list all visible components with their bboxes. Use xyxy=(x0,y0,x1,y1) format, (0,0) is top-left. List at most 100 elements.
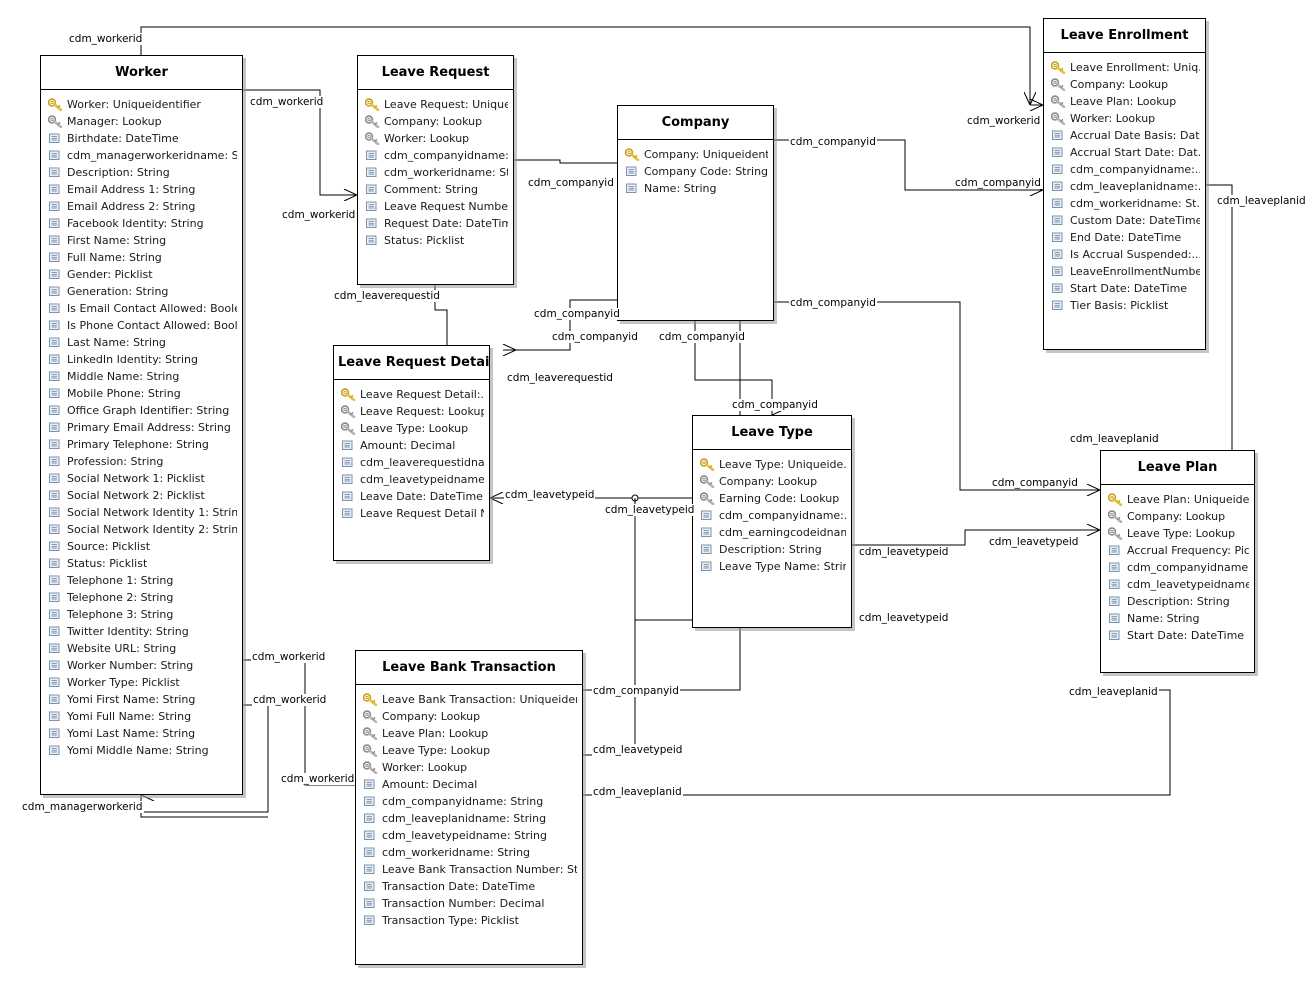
primary-key-icon xyxy=(1051,61,1066,74)
attribute-row: Earning Code: Lookup xyxy=(700,490,846,507)
entity-attributes-worker: Worker: Uniqueidentifier Manager: Lookup B… xyxy=(41,90,242,767)
entity-company[interactable]: Company Company: Uniqueidenti... Company C… xyxy=(617,105,774,321)
attribute-icon xyxy=(700,509,715,522)
attribute-label: Company: Lookup xyxy=(1127,510,1226,523)
attribute-label: Leave Type: Lookup xyxy=(1127,527,1236,540)
attribute-row: cdm_leaveplanidname: String xyxy=(363,810,577,827)
relationship-label-lbl-leavetypeid-lt: cdm_leavetypeid xyxy=(604,504,696,516)
attribute-row: Start Date: DateTime xyxy=(1051,280,1200,297)
attribute-row: Transaction Date: DateTime xyxy=(363,878,577,895)
attribute-label: cdm_companyidname:... xyxy=(1127,561,1249,574)
attribute-label: Description: String xyxy=(67,166,170,179)
relationship-label-lbl-companyid-bottom1: cdm_companyid xyxy=(551,331,639,343)
attribute-label: Start Date: DateTime xyxy=(1070,282,1188,295)
attribute-label: Email Address 2: String xyxy=(67,200,196,213)
attribute-icon xyxy=(341,439,356,452)
entity-leave-request[interactable]: Leave Request Leave Request: Uniquei... Co… xyxy=(357,55,514,285)
attribute-row: Custom Date: DateTime xyxy=(1051,212,1200,229)
entity-leave-type[interactable]: Leave Type Leave Type: Uniqueide... Compan… xyxy=(692,415,852,628)
attribute-label: Description: String xyxy=(719,543,822,556)
entity-worker[interactable]: Worker Worker: Uniqueidentifier Manager: L… xyxy=(40,55,243,795)
attribute-label: Profession: String xyxy=(67,455,164,468)
attribute-row: Description: String xyxy=(48,164,237,181)
entity-title-worker: Worker xyxy=(41,56,242,90)
attribute-label: Leave Bank Transaction Number: Stri... xyxy=(382,863,577,876)
attribute-label: cdm_leavetypeidname:... xyxy=(360,473,484,486)
attribute-row: Request Date: DateTime xyxy=(365,215,508,232)
attribute-label: Leave Enrollment: Uniq... xyxy=(1070,61,1200,74)
attribute-row: cdm_companyidname:... xyxy=(365,147,508,164)
attribute-row: cdm_companyidname:... xyxy=(1108,559,1249,576)
attribute-row: Leave Type: Lookup xyxy=(1108,525,1249,542)
attribute-icon xyxy=(48,710,63,723)
attribute-icon xyxy=(700,526,715,539)
attribute-icon xyxy=(48,506,63,519)
attribute-row: Leave Plan: Uniqueiden... xyxy=(1108,491,1249,508)
attribute-row: Yomi Middle Name: String xyxy=(48,742,237,759)
attribute-icon xyxy=(341,473,356,486)
attribute-icon xyxy=(625,165,640,178)
attribute-row: Birthdate: DateTime xyxy=(48,130,237,147)
attribute-icon xyxy=(365,149,380,162)
attribute-icon xyxy=(365,183,380,196)
attribute-icon xyxy=(48,217,63,230)
attribute-row: Leave Plan: Lookup xyxy=(363,725,577,742)
attribute-label: Company: Lookup xyxy=(384,115,483,128)
attribute-label: cdm_managerworkeridname: St... xyxy=(67,149,237,162)
relationship-label-lbl-leaveplanid-mid: cdm_leaveplanid xyxy=(1069,433,1160,445)
attribute-label: Leave Request: Uniquei... xyxy=(384,98,508,111)
attribute-icon xyxy=(48,472,63,485)
relationship-label-lbl-companyid-right: cdm_companyid xyxy=(789,136,877,148)
attribute-icon xyxy=(48,608,63,621)
attribute-label: Source: Picklist xyxy=(67,540,151,553)
attribute-icon xyxy=(363,863,378,876)
primary-key-icon xyxy=(700,458,715,471)
attribute-icon xyxy=(363,846,378,859)
attribute-row: Leave Plan: Lookup xyxy=(1051,93,1200,110)
attribute-row: cdm_companyidname:... xyxy=(700,507,846,524)
attribute-label: Telephone 2: String xyxy=(67,591,174,604)
attribute-label: Worker Type: Picklist xyxy=(67,676,180,689)
attribute-label: Leave Type: Lookup xyxy=(360,422,469,435)
entity-attributes-leave-request-detail: Leave Request Detail:... Leave Request: L… xyxy=(334,380,489,530)
attribute-row: Primary Email Address: String xyxy=(48,419,237,436)
attribute-row: Full Name: String xyxy=(48,249,237,266)
attribute-row: First Name: String xyxy=(48,232,237,249)
entity-leave-enrollment[interactable]: Leave Enrollment Leave Enrollment: Uniq..… xyxy=(1043,18,1206,350)
entity-leave-bank-transaction[interactable]: Leave Bank Transaction Leave Bank Transac… xyxy=(355,650,583,965)
primary-key-icon xyxy=(365,98,380,111)
attribute-label: Accrual Frequency: Pick... xyxy=(1127,544,1249,557)
attribute-row: Office Graph Identifier: String xyxy=(48,402,237,419)
attribute-label: Transaction Date: DateTime xyxy=(382,880,536,893)
attribute-label: Manager: Lookup xyxy=(67,115,162,128)
attribute-label: First Name: String xyxy=(67,234,167,247)
attribute-label: Leave Request Number... xyxy=(384,200,508,213)
attribute-row: Mobile Phone: String xyxy=(48,385,237,402)
attribute-label: Description: String xyxy=(1127,595,1230,608)
attribute-label: Leave Type: Uniqueide... xyxy=(719,458,846,471)
attribute-icon xyxy=(48,523,63,536)
attribute-row: Leave Type: Lookup xyxy=(341,420,484,437)
entity-leave-request-detail[interactable]: Leave Request Detail Leave Request Detail… xyxy=(333,345,490,561)
attribute-row: cdm_workeridname: String xyxy=(363,844,577,861)
attribute-icon xyxy=(48,455,63,468)
attribute-row: cdm_managerworkeridname: St... xyxy=(48,147,237,164)
foreign-key-icon xyxy=(363,710,378,723)
attribute-row: Accrual Frequency: Pick... xyxy=(1108,542,1249,559)
attribute-icon xyxy=(1051,163,1066,176)
attribute-label: Social Network Identity 1: String xyxy=(67,506,237,519)
attribute-label: Telephone 1: String xyxy=(67,574,174,587)
attribute-icon xyxy=(700,543,715,556)
relationship-label-lbl-workerid-lbt-2: cdm_workerid xyxy=(252,694,328,706)
attribute-label: cdm_earningcodeidnam... xyxy=(719,526,846,539)
er-diagram-canvas: Worker Worker: Uniqueidentifier Manager: L… xyxy=(0,0,1315,988)
attribute-label: cdm_workeridname: St... xyxy=(384,166,508,179)
entity-title-leave-request: Leave Request xyxy=(358,56,513,90)
attribute-row: cdm_workeridname: St... xyxy=(365,164,508,181)
foreign-key-icon xyxy=(341,405,356,418)
entity-leave-plan[interactable]: Leave Plan Leave Plan: Uniqueiden... Compa… xyxy=(1100,450,1255,673)
attribute-row: Profession: String xyxy=(48,453,237,470)
foreign-key-icon xyxy=(700,492,715,505)
attribute-label: Yomi Middle Name: String xyxy=(67,744,209,757)
attribute-row: Status: Picklist xyxy=(48,555,237,572)
